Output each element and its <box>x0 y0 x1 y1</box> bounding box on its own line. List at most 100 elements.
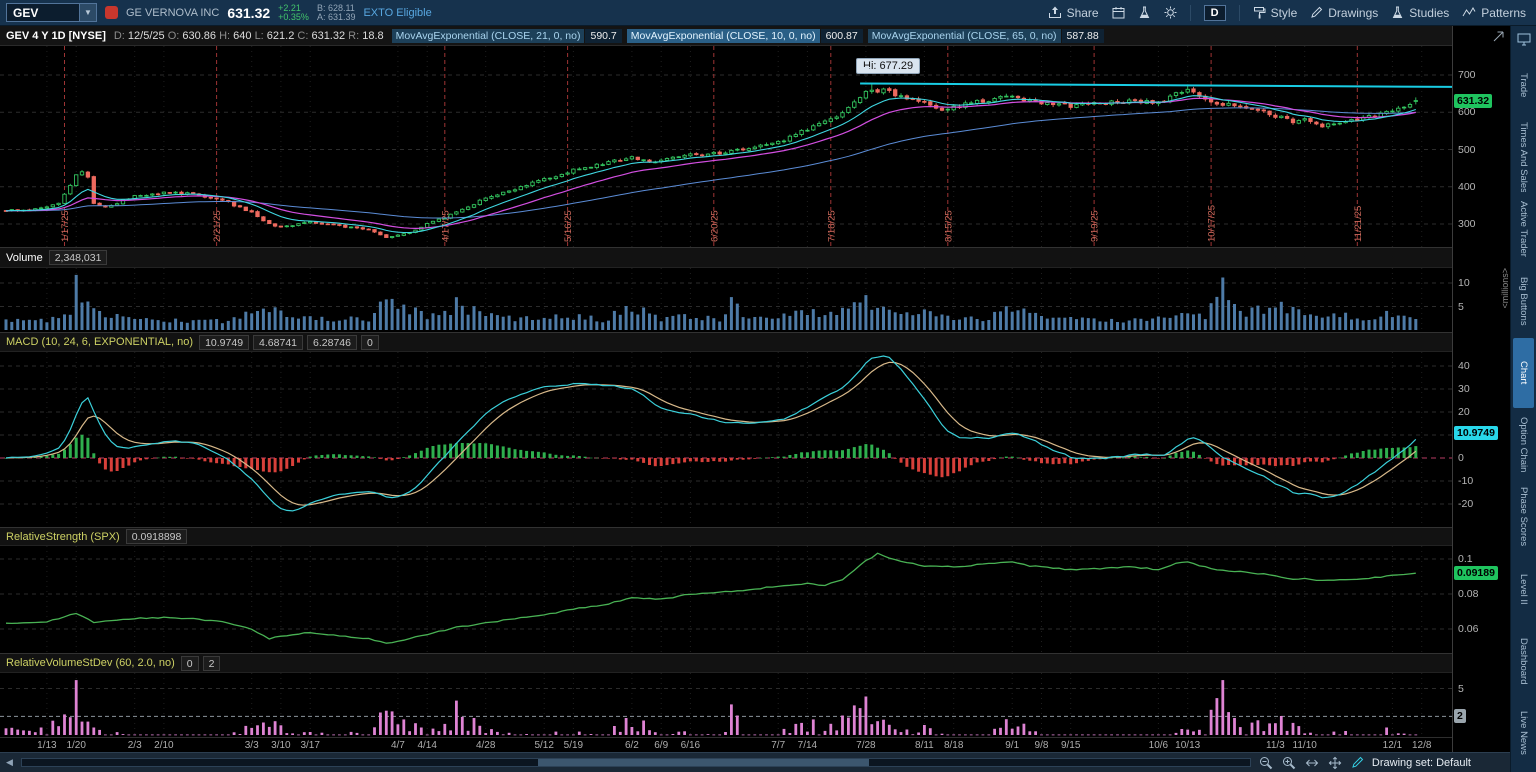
share-icon <box>1048 6 1062 19</box>
sidebar-tab-dashboard[interactable]: Dashboard <box>1513 626 1534 696</box>
time-axis-label: 9/15 <box>1060 740 1081 751</box>
price-chart-panel[interactable]: 1/17/25 2/21/25 4/17/25 5/16/25 6/20/25 7/18/… <box>0 46 1452 247</box>
relative-strength-chart[interactable] <box>0 546 1452 653</box>
relative-strength-label[interactable]: RelativeStrength (SPX) <box>6 531 120 543</box>
macd-value-chip: 4.68741 <box>253 334 304 350</box>
scroll-left-button[interactable]: ◀ <box>6 757 13 768</box>
quick-study-button[interactable] <box>1138 6 1151 19</box>
gadget-icon[interactable] <box>1511 29 1536 49</box>
statusbar-tools <box>1259 756 1364 770</box>
time-axis-label: 2/10 <box>154 740 174 751</box>
rvol-value-chip: 2 <box>202 655 221 671</box>
drawing-set-label[interactable]: Drawing set: Default <box>1372 757 1471 769</box>
macd-chart[interactable] <box>0 352 1452 527</box>
macd-label[interactable]: MACD (10, 24, 6, EXPONENTIAL, no) <box>6 336 193 348</box>
rvol-label[interactable]: RelativeVolumeStDev (60, 2.0, no) <box>6 657 175 669</box>
candlestick-chart[interactable]: 1/17/25 2/21/25 4/17/25 5/16/25 6/20/25 7/18/… <box>0 46 1452 247</box>
rvol-threshold-badge: 2 <box>1454 709 1466 724</box>
macd-panel-header: MACD (10, 24, 6, EXPONENTIAL, no) 10.974… <box>0 332 1452 352</box>
sidebar-tab-trade[interactable]: Trade <box>1513 50 1534 120</box>
moving-average-chip[interactable]: MovAvgExponential (CLOSE, 21, 0, no) 590.… <box>391 28 622 43</box>
status-bar: ◀ Drawing set: Default <box>0 752 1510 772</box>
symbol-dropdown-button[interactable]: ▼ <box>79 4 96 21</box>
svg-text:9/19/25: 9/19/25 <box>1090 210 1101 242</box>
time-axis[interactable]: 1/13 1/20 2/3 2/10 3/3 3/10 3/17 4/7 4/14 4/28 5/1… <box>0 737 1452 752</box>
volume-chart-panel[interactable] <box>0 268 1452 332</box>
svg-text:1/17/25: 1/17/25 <box>60 210 71 242</box>
macd-value-chips: 10.9749 4.68741 6.28746 0 <box>199 334 379 350</box>
axis-tick-label: 20 <box>1458 406 1470 418</box>
sidebar-tab-level-ii[interactable]: Level II <box>1513 554 1534 624</box>
thinkorswim-chart-window: GEV ▼ GE VERNOVA INC 631.32 +2.21 +0.35%… <box>0 0 1536 772</box>
style-button[interactable]: Style <box>1253 6 1297 20</box>
relative-strength-panel-header: RelativeStrength (SPX) 0.0918898 <box>0 527 1452 546</box>
patterns-icon <box>1462 6 1476 19</box>
drawing-pencil-icon[interactable] <box>1351 756 1364 769</box>
svg-text:6/20/25: 6/20/25 <box>709 210 720 242</box>
sidebar-tab-option-chain[interactable]: Option Chain <box>1513 410 1534 480</box>
ohlc-pair: L: 621.2 <box>254 29 295 42</box>
moving-average-studies: MovAvgExponential (CLOSE, 21, 0, no) 590.… <box>391 28 1104 43</box>
sidebar-tab-big-buttons[interactable]: Big Buttons <box>1513 266 1534 336</box>
moving-average-chip[interactable]: MovAvgExponential (CLOSE, 65, 0, no) 587.… <box>867 28 1104 43</box>
bid-ask-stack: B: 628.11 A: 631.39 <box>317 3 356 22</box>
svg-text:11/21/25: 11/21/25 <box>1353 206 1364 242</box>
time-axis-label: 7/14 <box>797 740 818 751</box>
chart-settings-button[interactable] <box>1164 6 1177 19</box>
sidebar-tab-live-news[interactable]: Live News <box>1513 698 1534 768</box>
high-price-tooltip: Hi: 677.29 <box>856 58 921 74</box>
time-axis-label: 4/28 <box>475 740 496 751</box>
macd-value-chip: 6.28746 <box>307 334 357 350</box>
time-axis-label: 10/13 <box>1175 740 1201 751</box>
patterns-button[interactable]: Patterns <box>1462 6 1526 20</box>
timeframe-button[interactable]: D <box>1203 4 1226 21</box>
price-axis-column[interactable]: 700600500400300105403020100-10-200.10.08… <box>1452 26 1510 752</box>
calendar-button[interactable] <box>1112 6 1125 19</box>
calendar-icon <box>1112 6 1125 19</box>
axis-tick-label: 300 <box>1458 218 1476 230</box>
sidebar-tab-times-and-sales[interactable]: Times And Sales <box>1513 122 1534 192</box>
company-name: GE VERNOVA INC <box>126 6 220 19</box>
fit-width-icon[interactable] <box>1305 756 1319 770</box>
last-price-badge: 631.32 <box>1454 93 1493 108</box>
sidebar-tab-chart[interactable]: Chart <box>1513 338 1534 408</box>
macd-chart-panel[interactable] <box>0 352 1452 527</box>
axis-tick-label: 400 <box>1458 180 1476 193</box>
symbol-text[interactable]: GEV <box>7 4 79 21</box>
zoom-out-icon[interactable] <box>1259 756 1273 770</box>
studies-button[interactable]: Studies <box>1391 6 1449 20</box>
rvol-chart-panel[interactable] <box>0 673 1452 737</box>
time-axis-label: 5/19 <box>563 740 584 751</box>
time-axis-label: 4/14 <box>417 740 437 751</box>
pan-icon[interactable] <box>1328 756 1342 770</box>
share-button[interactable]: Share <box>1048 6 1099 20</box>
chart-scrollbar[interactable] <box>20 758 1251 767</box>
rvol-bars-chart[interactable] <box>0 673 1452 737</box>
toolbar-separator <box>1238 4 1240 21</box>
volume-label[interactable]: Volume <box>6 252 43 264</box>
axis-tick-label: -20 <box>1458 498 1474 510</box>
time-axis-label: 8/18 <box>943 740 964 751</box>
svg-text:7/18/25: 7/18/25 <box>826 210 837 242</box>
axis-tick-label: 500 <box>1458 143 1476 156</box>
zoom-in-icon[interactable] <box>1282 756 1296 770</box>
moving-average-chip[interactable]: MovAvgExponential (CLOSE, 10, 0, no) 600.… <box>626 28 863 43</box>
axis-tick-label: 30 <box>1458 383 1470 395</box>
relative-strength-chart-panel[interactable] <box>0 546 1452 653</box>
alert-icon[interactable] <box>105 6 118 19</box>
ohlc-pair: R: 18.8 <box>348 29 384 42</box>
drawings-button[interactable]: Drawings <box>1310 6 1378 20</box>
maximize-chart-icon[interactable] <box>1493 31 1504 42</box>
ohlc-pair: C: 631.32 <box>297 29 346 42</box>
volume-bars-chart[interactable] <box>0 268 1452 332</box>
symbol-input[interactable]: GEV ▼ <box>6 3 97 22</box>
svg-text:5/16/25: 5/16/25 <box>563 210 574 242</box>
axis-tick-label: 5 <box>1458 682 1464 695</box>
sidebar-tab-active-trader[interactable]: Active Trader <box>1513 194 1534 264</box>
toolbar-separator <box>1189 4 1191 21</box>
axis-tick-label: 600 <box>1458 106 1476 119</box>
sidebar-tab-phase-scores[interactable]: Phase Scores <box>1513 482 1534 552</box>
axis-tick-label: 0 <box>1458 452 1464 464</box>
scrollbar-thumb[interactable] <box>537 759 870 766</box>
change-stack: +2.21 +0.35% <box>278 3 309 22</box>
